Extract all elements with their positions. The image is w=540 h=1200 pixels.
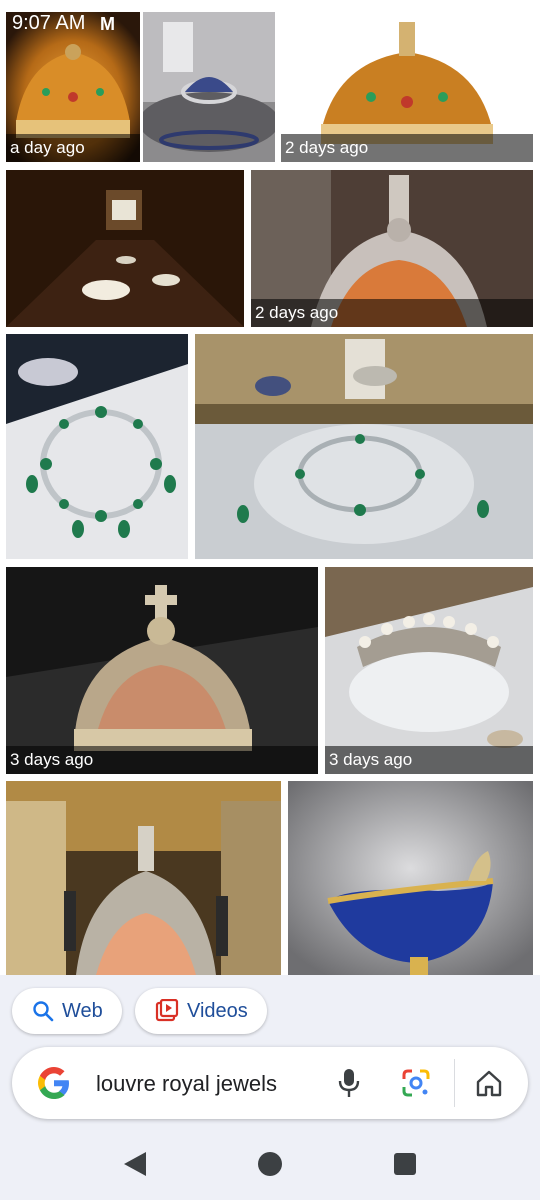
image-result-gallery-room[interactable] <box>6 170 244 327</box>
google-lens-icon[interactable] <box>401 1068 431 1098</box>
web-filter-label: Web <box>62 999 103 1022</box>
search-icon <box>33 1001 54 1022</box>
search-bar[interactable]: louvre royal jewels <box>12 1047 528 1119</box>
recents-icon[interactable] <box>393 1152 417 1176</box>
videos-filter-label: Videos <box>187 999 248 1022</box>
image-result-lapis-vessel[interactable] <box>288 781 533 975</box>
image-age-caption: 3 days ago <box>325 746 533 774</box>
status-bar: 9:07 AM M VoLTE 4G <box>0 0 540 48</box>
image-results-grid: a day ago 2 days ago 2 days ago 3 days a… <box>0 0 540 975</box>
image-result-necklace-display[interactable] <box>195 334 533 559</box>
home-circle-icon[interactable] <box>256 1150 284 1178</box>
image-result-crown-closeup[interactable]: 2 days ago <box>251 170 533 327</box>
google-logo-icon <box>38 1067 69 1099</box>
image-age-caption: 3 days ago <box>6 746 318 774</box>
search-query-text: louvre royal jewels <box>96 1071 277 1096</box>
videos-filter-chip[interactable]: Videos <box>135 988 267 1034</box>
web-filter-chip[interactable]: Web <box>12 988 122 1034</box>
search-bar-divider <box>454 1059 455 1107</box>
status-time: 9:07 AM <box>12 12 86 34</box>
network-type: 4G <box>458 12 471 22</box>
back-icon[interactable] <box>122 1150 148 1178</box>
video-icon <box>155 999 179 1022</box>
system-navigation-bar <box>0 1140 540 1200</box>
image-age-caption: a day ago <box>6 134 140 162</box>
image-age-caption: 2 days ago <box>281 134 533 162</box>
image-result-crown-dark[interactable]: 3 days ago <box>6 567 318 774</box>
image-result-emerald-necklace[interactable] <box>6 334 188 559</box>
battery-icon <box>486 14 498 36</box>
image-result-gallery-crown[interactable] <box>6 781 281 975</box>
image-age-caption: 2 days ago <box>251 299 533 327</box>
microphone-icon[interactable] <box>337 1068 361 1098</box>
home-icon[interactable] <box>475 1069 503 1097</box>
gmail-icon: M <box>100 14 115 34</box>
image-result-pearl-tiara[interactable]: 3 days ago <box>325 567 533 774</box>
